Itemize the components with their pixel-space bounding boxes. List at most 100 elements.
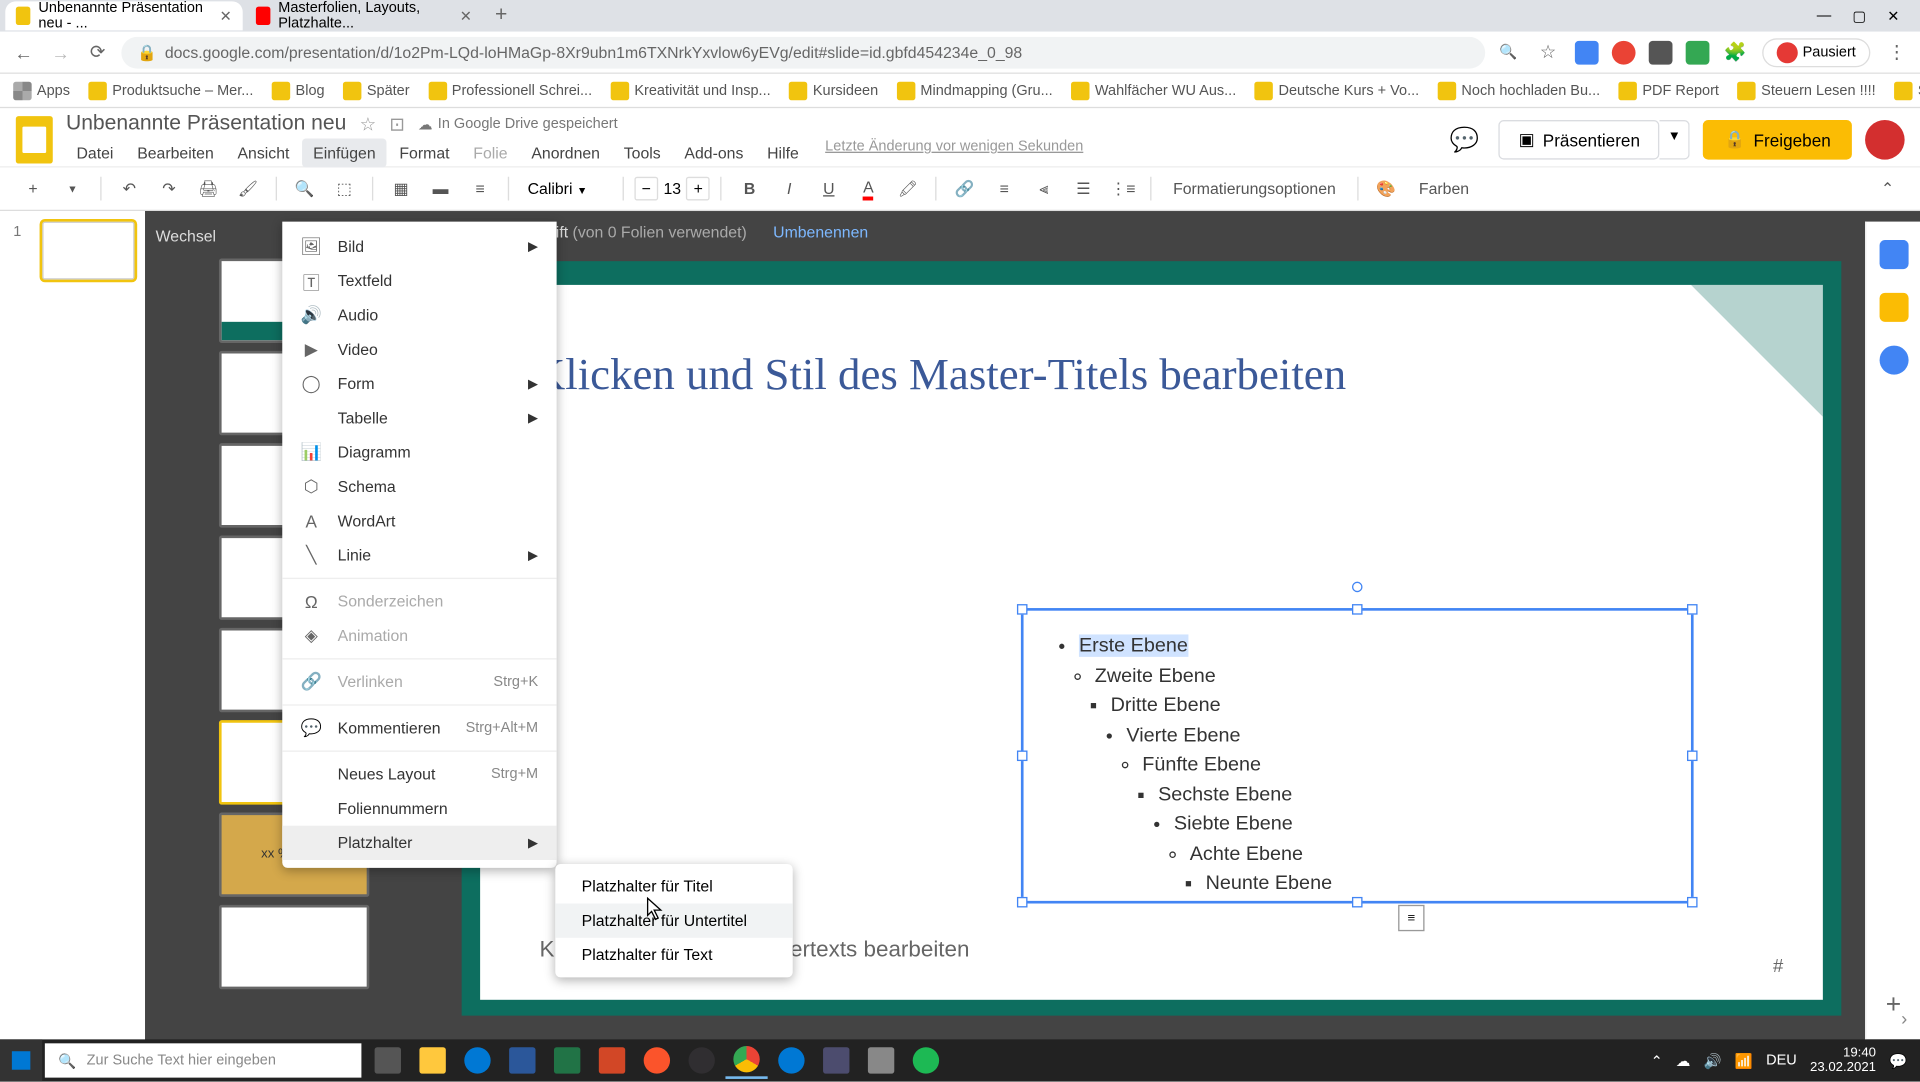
print-icon[interactable]: 🖨 xyxy=(191,171,225,205)
decrease-font-button[interactable]: − xyxy=(634,177,658,201)
resize-handle[interactable] xyxy=(1687,604,1698,615)
menu-item-kommentieren[interactable]: 💬KommentierenStrg+Alt+M xyxy=(282,711,556,745)
last-edit-link[interactable]: Letzte Änderung vor wenigen Sekunden xyxy=(825,138,1083,167)
bookmark[interactable]: PDF Report xyxy=(1619,81,1719,99)
menu-format[interactable]: Format xyxy=(389,138,460,167)
menu-item-diagramm[interactable]: 📊Diagramm xyxy=(282,435,556,469)
menu-item-video[interactable]: ▶Video xyxy=(282,332,556,366)
puzzle-icon[interactable]: 🧩 xyxy=(1722,39,1748,65)
back-icon[interactable]: ← xyxy=(11,39,37,65)
fill-color-icon[interactable]: ▦ xyxy=(384,171,418,205)
ext-icon-4[interactable] xyxy=(1685,40,1709,64)
profile-avatar[interactable] xyxy=(1865,120,1905,160)
menu-anordnen[interactable]: Anordnen xyxy=(521,138,611,167)
menu-bearbeiten[interactable]: Bearbeiten xyxy=(127,138,225,167)
onedrive-icon[interactable]: ☁ xyxy=(1676,1052,1691,1069)
resize-handle[interactable] xyxy=(1687,897,1698,908)
resize-handle[interactable] xyxy=(1352,897,1363,908)
colors-icon[interactable]: 🎨 xyxy=(1369,171,1403,205)
start-button[interactable] xyxy=(0,1039,42,1081)
bookmark[interactable]: Steuern Lesen !!!! xyxy=(1737,81,1875,99)
present-dropdown[interactable]: ▼ xyxy=(1660,120,1690,160)
bookmark[interactable]: Professionell Schrei... xyxy=(428,81,592,99)
resize-handle[interactable] xyxy=(1352,604,1363,615)
ext-icon-2[interactable] xyxy=(1611,40,1635,64)
colors-button[interactable]: Farben xyxy=(1408,179,1479,197)
text-color-icon[interactable]: A xyxy=(851,171,885,205)
bookmark[interactable]: Blog xyxy=(272,81,325,99)
brave-icon[interactable] xyxy=(636,1042,678,1079)
tasks-icon[interactable] xyxy=(1879,346,1908,375)
notification-icon[interactable]: 💬 xyxy=(1889,1052,1907,1069)
add-addon-icon[interactable]: + xyxy=(1886,991,1901,1021)
numbered-list-icon[interactable]: ☰ xyxy=(1066,171,1100,205)
slide-number-placeholder[interactable]: # xyxy=(1773,955,1783,976)
star-icon[interactable]: ☆ xyxy=(1535,39,1561,65)
ext-icon-3[interactable] xyxy=(1648,40,1672,64)
bookmark[interactable]: Mindmapping (Gru... xyxy=(897,81,1053,99)
submenu-titel[interactable]: Platzhalter für Titel xyxy=(555,869,792,903)
level-1[interactable]: Erste Ebene xyxy=(1079,634,1188,656)
border-color-icon[interactable]: ▬ xyxy=(423,171,457,205)
level-4[interactable]: Vierte Ebene xyxy=(1126,723,1240,745)
highlight-icon[interactable]: 🖍 xyxy=(891,171,925,205)
menu-datei[interactable]: Datei xyxy=(66,138,124,167)
italic-icon[interactable]: I xyxy=(772,171,806,205)
border-weight-icon[interactable]: ≡ xyxy=(463,171,497,205)
chrome-icon[interactable] xyxy=(725,1042,767,1079)
present-button[interactable]: ▣Präsentieren xyxy=(1499,120,1660,160)
close-icon[interactable]: ✕ xyxy=(1887,7,1899,24)
chevron-down-icon[interactable]: ▼ xyxy=(55,171,89,205)
bookmark[interactable]: Deutsche Kurs + Vo... xyxy=(1255,81,1419,99)
level-5[interactable]: Fünfte Ebene xyxy=(1142,753,1261,775)
task-view-icon[interactable] xyxy=(367,1042,409,1079)
bookmark[interactable]: Wahlfächer WU Aus... xyxy=(1071,81,1236,99)
select-icon[interactable]: ⬚ xyxy=(327,171,361,205)
menu-item-tabelle[interactable]: Tabelle▶ xyxy=(282,401,556,435)
language-indicator[interactable]: DEU xyxy=(1766,1053,1797,1069)
increase-font-button[interactable]: + xyxy=(686,177,710,201)
browser-tab-2[interactable]: Masterfolien, Layouts, Platzhalte... ✕ xyxy=(245,1,482,30)
bookmark[interactable]: Später xyxy=(343,81,410,99)
menu-item-schema[interactable]: ⬡Schema xyxy=(282,470,556,504)
level-6[interactable]: Sechste Ebene xyxy=(1158,783,1292,805)
word-icon[interactable] xyxy=(501,1042,543,1079)
level-2[interactable]: Zweite Ebene xyxy=(1095,664,1216,686)
resize-handle[interactable] xyxy=(1017,604,1028,615)
bookmark[interactable]: Noch hochladen Bu... xyxy=(1438,81,1600,99)
profile-paused-badge[interactable]: Pausiert xyxy=(1762,38,1871,67)
menu-item-wordart[interactable]: AWordArt xyxy=(282,504,556,538)
minimize-icon[interactable]: — xyxy=(1817,7,1832,24)
rotate-handle[interactable] xyxy=(1352,582,1363,593)
taskbar-search[interactable]: 🔍Zur Suche Text hier eingeben xyxy=(45,1043,362,1077)
layout-thumb[interactable] xyxy=(219,905,369,989)
share-button[interactable]: 🔒Freigeben xyxy=(1703,120,1852,160)
star-icon[interactable]: ☆ xyxy=(360,113,377,135)
level-8[interactable]: Achte Ebene xyxy=(1190,842,1303,864)
forward-icon[interactable]: → xyxy=(47,39,73,65)
level-3[interactable]: Dritte Ebene xyxy=(1111,694,1221,716)
paint-format-icon[interactable]: 🖌 xyxy=(231,171,265,205)
bookmark[interactable]: Steuern Videos wic... xyxy=(1894,81,1920,99)
clock[interactable]: 19:40 23.02.2021 xyxy=(1810,1046,1876,1075)
app-icon[interactable] xyxy=(815,1042,857,1079)
submenu-text[interactable]: Platzhalter für Text xyxy=(555,938,792,972)
comments-icon[interactable]: 💬 xyxy=(1443,119,1485,161)
reload-icon[interactable]: ⟳ xyxy=(84,39,110,65)
bookmark[interactable]: Kreativität und Insp... xyxy=(611,81,771,99)
excel-icon[interactable] xyxy=(546,1042,588,1079)
menu-item-textfeld[interactable]: 🅃Textfeld xyxy=(282,264,556,298)
underline-icon[interactable]: U xyxy=(812,171,846,205)
app-icon[interactable] xyxy=(860,1042,902,1079)
expand-icon[interactable]: › xyxy=(1901,1008,1907,1029)
menu-item-audio[interactable]: 🔊Audio xyxy=(282,298,556,332)
zoom-icon[interactable]: 🔍 xyxy=(288,171,322,205)
text-fit-icon[interactable]: ≡ xyxy=(1398,905,1424,931)
collapse-icon[interactable]: ⌃ xyxy=(1870,171,1904,205)
line-spacing-icon[interactable]: ⫷ xyxy=(1027,171,1061,205)
menu-item-platzhalter[interactable]: Platzhalter▶ xyxy=(282,826,556,860)
bookmark[interactable]: Produktsuche – Mer... xyxy=(88,81,253,99)
edge2-icon[interactable] xyxy=(770,1042,812,1079)
menu-item-foliennummern[interactable]: Foliennummern xyxy=(282,791,556,825)
menu-folie[interactable]: Folie xyxy=(463,138,518,167)
